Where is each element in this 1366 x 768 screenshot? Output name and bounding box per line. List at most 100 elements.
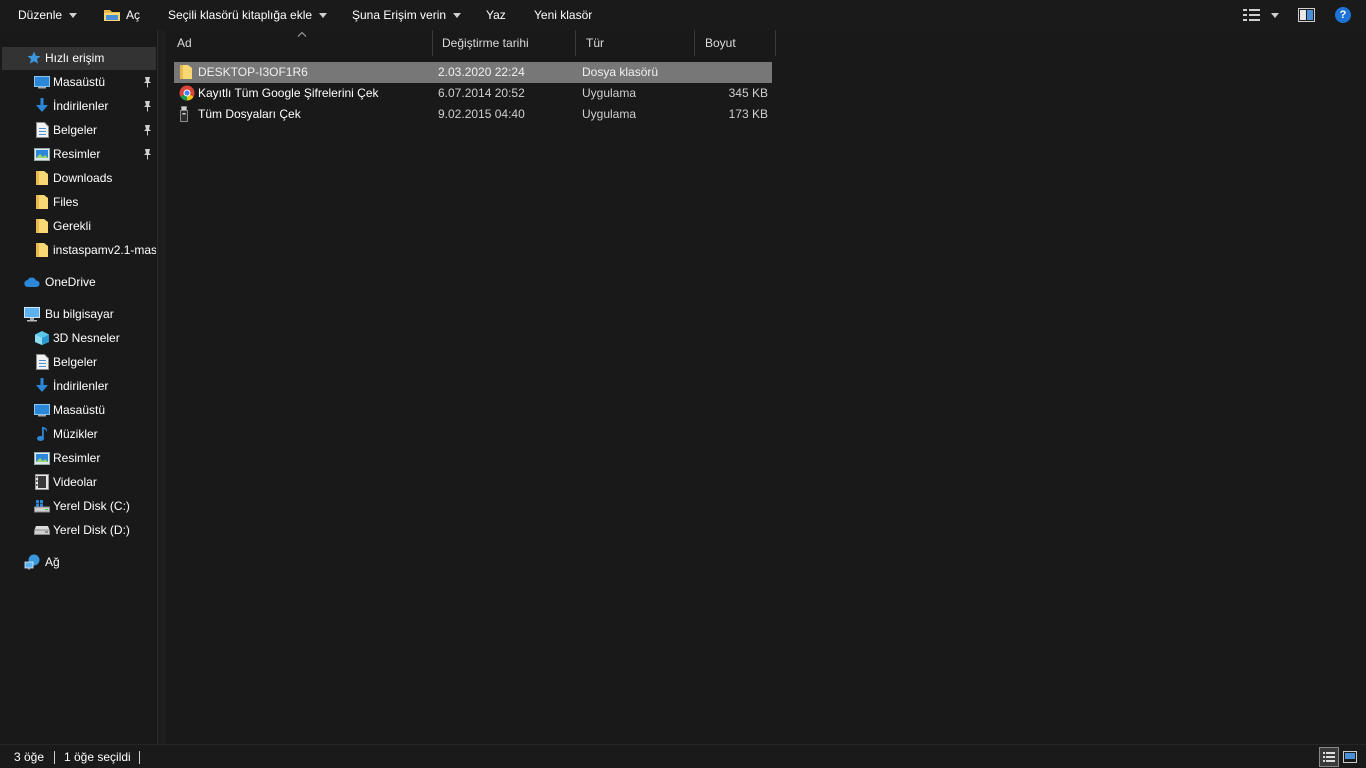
column-header-type[interactable]: Tür [576, 30, 695, 56]
nav-label: Bu bilgisayar [45, 307, 114, 321]
open-button[interactable]: Aç [103, 0, 140, 30]
column-header-label: Ad [177, 36, 192, 50]
preview-pane-button[interactable] [1298, 0, 1315, 30]
nav-label: İndirilenler [53, 379, 109, 393]
file-size: 345 KB [728, 86, 768, 100]
change-view-button[interactable] [1243, 0, 1261, 30]
file-row[interactable]: Tüm Dosyaları Çek 9.02.2015 04:40 Uygulama… [174, 104, 772, 125]
nav-label: İndirilenler [53, 99, 109, 113]
desktop-icon [34, 74, 50, 90]
nav-item[interactable]: Masaüstü [2, 71, 156, 94]
file-size: 173 KB [728, 107, 768, 121]
pin-icon[interactable] [142, 124, 154, 136]
documents-icon [34, 122, 50, 138]
folder-icon [34, 194, 50, 210]
add-to-library-button[interactable]: Seçili klasörü kitaplığa ekle [168, 0, 328, 30]
nav-item[interactable]: Müzikler [2, 423, 156, 446]
music-note-icon [34, 426, 50, 442]
nav-label: instaspamv2.1-master [53, 243, 156, 257]
nav-this-pc[interactable]: Bu bilgisayar [2, 303, 156, 326]
nav-item[interactable]: Resimler [2, 447, 156, 470]
file-type: Uygulama [582, 86, 637, 100]
nav-item[interactable]: Yerel Disk (C:) [2, 495, 156, 518]
organize-label: Düzenle [18, 8, 63, 22]
nav-network[interactable]: Ağ [2, 551, 156, 574]
star-icon [26, 50, 42, 66]
nav-item[interactable]: instaspamv2.1-master [2, 239, 156, 262]
nav-item[interactable]: Resimler [2, 143, 156, 166]
nav-item[interactable]: Files [2, 191, 156, 214]
pin-icon[interactable] [142, 148, 154, 160]
pictures-icon [34, 450, 50, 466]
nav-onedrive[interactable]: OneDrive [2, 271, 156, 294]
videos-icon [34, 474, 50, 490]
nav-item[interactable]: İndirilenler [2, 375, 156, 398]
nav-label: OneDrive [45, 275, 96, 289]
pin-icon[interactable] [142, 100, 154, 112]
sidebar-splitter[interactable] [158, 30, 166, 744]
share-with-button[interactable]: Şuna Erişim verin [352, 0, 462, 30]
folder-icon [34, 218, 50, 234]
desktop-icon [34, 402, 50, 418]
nav-item[interactable]: Videolar [2, 471, 156, 494]
network-icon [24, 554, 40, 570]
share-with-label: Şuna Erişim verin [352, 8, 447, 22]
file-type: Uygulama [582, 107, 637, 121]
nav-label: Resimler [53, 147, 101, 161]
file-row[interactable]: DESKTOP-I3OF1R6 2.03.2020 22:24 Dosya klas… [174, 62, 772, 83]
pin-icon[interactable] [142, 76, 154, 88]
nav-item[interactable]: Belgeler [2, 351, 156, 374]
nav-item[interactable]: Belgeler [2, 119, 156, 142]
nav-label: Müzikler [53, 427, 98, 441]
download-arrow-icon [34, 98, 50, 114]
details-view-button[interactable] [1319, 747, 1339, 767]
folder-icon [34, 242, 50, 258]
usb-app-icon [179, 106, 195, 122]
file-date: 6.07.2014 20:52 [438, 86, 525, 100]
file-row[interactable]: Kayıtlı Tüm Google Şifrelerini Çek 6.07.2… [174, 83, 772, 104]
open-label: Aç [126, 8, 141, 22]
column-header-label: Tür [586, 36, 604, 50]
command-bar: Düzenle Aç Seçili klasörü kitaplığa ekle… [0, 0, 1366, 30]
selected-count: 1 öğe seçildi [64, 750, 131, 764]
nav-item[interactable]: Yerel Disk (D:) [2, 519, 156, 542]
computer-icon [24, 306, 40, 322]
chevron-down-icon [69, 12, 78, 18]
organize-button[interactable]: Düzenle [18, 0, 78, 30]
large-icons-view-button[interactable] [1340, 747, 1360, 767]
nav-label: Gerekli [53, 219, 92, 233]
nav-item[interactable]: Gerekli [2, 215, 156, 238]
view-options-dropdown[interactable] [1269, 0, 1279, 30]
column-header-size[interactable]: Boyut [695, 30, 776, 56]
nav-item[interactable]: İndirilenler [2, 95, 156, 118]
new-folder-label: Yeni klasör [534, 8, 593, 22]
nav-label: Resimler [53, 451, 101, 465]
help-label: ? [1339, 9, 1347, 21]
windows-drive-icon [34, 498, 50, 514]
nav-item[interactable]: Masaüstü [2, 399, 156, 422]
navigation-pane: Hızlı erişim Masaüstü İndirilenler Belgele… [0, 30, 158, 744]
file-date: 9.02.2015 04:40 [438, 107, 525, 121]
column-header-name[interactable]: Ad [167, 30, 433, 56]
file-name: DESKTOP-I3OF1R6 [198, 65, 308, 79]
status-divider [54, 751, 55, 764]
chevron-down-icon [453, 12, 462, 18]
add-to-library-label: Seçili klasörü kitaplığa ekle [168, 8, 313, 22]
file-date: 2.03.2020 22:24 [438, 65, 525, 79]
column-header-date[interactable]: Değiştirme tarihi [432, 30, 576, 56]
cloud-icon [24, 274, 40, 290]
pictures-icon [34, 146, 50, 162]
folder-icon [179, 64, 195, 80]
column-header-label: Boyut [705, 36, 736, 50]
nav-item[interactable]: 3D Nesneler [2, 327, 156, 350]
file-name: Tüm Dosyaları Çek [198, 107, 301, 121]
documents-icon [34, 354, 50, 370]
nav-label: Hızlı erişim [45, 51, 105, 65]
help-button[interactable]: ? [1335, 0, 1351, 30]
new-folder-button[interactable]: Yeni klasör [534, 0, 592, 30]
nav-quick-access[interactable]: Hızlı erişim [2, 47, 156, 70]
nav-item[interactable]: Downloads [2, 167, 156, 190]
nav-label: Downloads [53, 171, 113, 185]
nav-label: Masaüstü [53, 75, 106, 89]
burn-button[interactable]: Yaz [486, 0, 506, 30]
